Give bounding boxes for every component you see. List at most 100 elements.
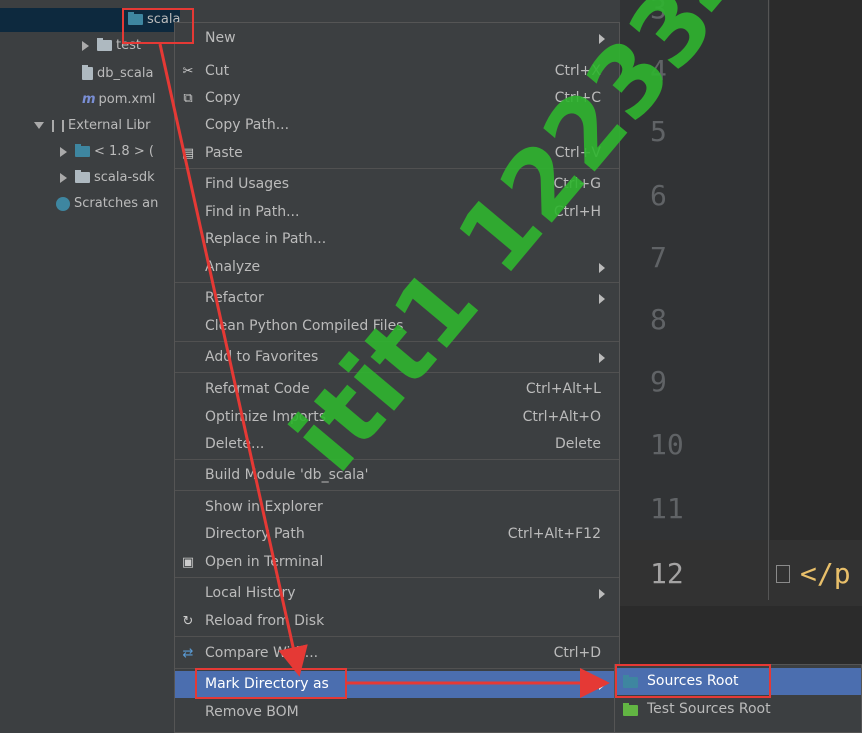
- menu-item-copy-path[interactable]: Copy Path...: [175, 112, 619, 139]
- annotation-box-mark-directory: [195, 668, 347, 699]
- menu-item-shortcut: Ctrl+C: [554, 90, 601, 106]
- menu-item-open-in-terminal[interactable]: ▣ Open in Terminal: [175, 549, 619, 576]
- menu-item-label: Local History: [205, 585, 296, 601]
- menu-item-label: Refactor: [205, 290, 264, 306]
- menu-item-label: New: [205, 30, 236, 46]
- line-number: 6: [650, 179, 667, 212]
- scratches-icon: [56, 196, 70, 211]
- tree-item-label: External Libr: [68, 118, 151, 133]
- line-number: 7: [650, 241, 667, 274]
- folder-icon: [97, 38, 112, 51]
- menu-item-label: Cut: [205, 63, 230, 79]
- menu-item-delete[interactable]: Delete... Delete: [175, 431, 619, 458]
- menu-separator: [175, 577, 619, 578]
- menu-item-label: Copy: [205, 90, 241, 106]
- maven-icon: m: [82, 92, 96, 107]
- tree-item-label: < 1.8 > (: [94, 144, 154, 159]
- menu-item-shortcut: Ctrl+Alt+F12: [507, 526, 601, 542]
- menu-item-analyze[interactable]: Analyze: [175, 254, 619, 281]
- menu-item-label: Delete...: [205, 436, 265, 452]
- line-number-current: 12: [650, 557, 684, 590]
- menu-item-add-to-favorites[interactable]: Add to Favorites: [175, 344, 619, 371]
- menu-item-show-in-explorer[interactable]: Show in Explorer: [175, 494, 619, 521]
- tree-item-pom[interactable]: m pom.xml: [82, 88, 156, 112]
- menu-item-refactor[interactable]: Refactor: [175, 285, 619, 312]
- line-number: 3: [650, 0, 667, 25]
- menu-item-shortcut: Ctrl+Alt+L: [525, 381, 601, 397]
- submenu-item-label: Test Sources Root: [647, 701, 771, 717]
- tree-item-external-libraries[interactable]: External Libr: [34, 114, 151, 138]
- menu-item-label: Optimize Imports: [205, 409, 326, 425]
- menu-item-find-usages[interactable]: Find Usages Ctrl+G: [175, 171, 619, 198]
- tree-item-label: db_scala: [97, 66, 154, 81]
- menu-item-paste[interactable]: ▤ Paste Ctrl+V: [175, 140, 619, 167]
- line-number: 11: [650, 492, 684, 525]
- copy-icon: ⧉: [183, 91, 193, 106]
- menu-separator: [175, 459, 619, 460]
- menu-item-new[interactable]: New: [175, 25, 619, 52]
- collapse-arrow-icon[interactable]: [34, 122, 44, 129]
- menu-item-optimize-imports[interactable]: Optimize Imports Ctrl+Alt+O: [175, 404, 619, 431]
- expand-arrow-icon[interactable]: [60, 172, 67, 183]
- terminal-icon: ▣: [181, 555, 195, 570]
- tree-item-label: Scratches an: [74, 196, 159, 211]
- tree-item-label: scala-sdk: [94, 170, 155, 185]
- menu-item-shortcut: Delete: [555, 436, 601, 452]
- jdk-icon: [75, 144, 90, 157]
- annotation-box-sources-root: [615, 664, 771, 698]
- code-line[interactable]: </p: [800, 557, 851, 590]
- submenu-arrow-icon: [599, 34, 605, 44]
- submenu-item-test-sources-root[interactable]: Test Sources Root: [615, 696, 861, 723]
- tree-item-scala-sdk[interactable]: scala-sdk: [60, 166, 155, 190]
- module-file-icon: [82, 65, 93, 80]
- menu-item-reload-from-disk[interactable]: ↻ Reload from Disk: [175, 608, 619, 635]
- menu-item-label: Reformat Code: [205, 381, 310, 397]
- menu-item-shortcut: Ctrl+H: [553, 204, 601, 220]
- menu-item-clean-python[interactable]: Clean Python Compiled Files: [175, 313, 619, 340]
- menu-item-cut[interactable]: ✂ Cut Ctrl+X: [175, 58, 619, 85]
- menu-item-shortcut: Ctrl+V: [554, 145, 601, 161]
- menu-item-compare-with[interactable]: ⇄ Compare With... Ctrl+D: [175, 640, 619, 667]
- menu-item-directory-path[interactable]: Directory Path Ctrl+Alt+F12: [175, 521, 619, 548]
- menu-separator: [175, 490, 619, 491]
- gutter-divider: [768, 0, 769, 600]
- tree-item-jdk[interactable]: < 1.8 > (: [60, 140, 154, 164]
- menu-separator: [175, 282, 619, 283]
- menu-item-shortcut: Ctrl+X: [554, 63, 601, 79]
- project-tree: scala test db_scala m pom.xml External Li…: [0, 0, 180, 733]
- annotation-box-scala: [122, 8, 194, 44]
- menu-item-label: Clean Python Compiled Files: [205, 318, 404, 334]
- line-number: 10: [650, 428, 684, 461]
- expand-arrow-icon[interactable]: [82, 40, 89, 51]
- menu-item-build-module[interactable]: Build Module 'db_scala': [175, 462, 619, 489]
- menu-item-label: Analyze: [205, 259, 261, 275]
- menu-item-find-in-path[interactable]: Find in Path... Ctrl+H: [175, 199, 619, 226]
- line-number: 5: [650, 115, 667, 148]
- menu-separator: [175, 168, 619, 169]
- test-sources-root-folder-icon: [623, 703, 638, 716]
- menu-item-label: Find Usages: [205, 176, 290, 192]
- menu-item-copy[interactable]: ⧉ Copy Ctrl+C: [175, 85, 619, 112]
- menu-item-replace-in-path[interactable]: Replace in Path...: [175, 226, 619, 253]
- menu-separator: [175, 341, 619, 342]
- submenu-arrow-icon: [599, 680, 605, 690]
- submenu-arrow-icon: [599, 353, 605, 363]
- reload-icon: ↻: [182, 614, 194, 629]
- menu-item-label: Remove BOM: [205, 704, 299, 720]
- clipboard-icon: ▤: [181, 146, 195, 161]
- editor-pane[interactable]: 3 4 5 6 7 8 9 10 11 12 </p: [620, 0, 862, 733]
- tree-item-db-scala[interactable]: db_scala: [82, 62, 153, 86]
- menu-item-remove-bom[interactable]: Remove BOM: [175, 699, 619, 726]
- menu-item-label: Open in Terminal: [205, 554, 324, 570]
- menu-item-reformat-code[interactable]: Reformat Code Ctrl+Alt+L: [175, 376, 619, 403]
- menu-item-label: Find in Path...: [205, 204, 300, 220]
- expand-arrow-icon[interactable]: [60, 146, 67, 157]
- line-number: 4: [650, 54, 667, 87]
- tree-item-scratches[interactable]: Scratches an: [56, 192, 158, 216]
- menu-item-local-history[interactable]: Local History: [175, 580, 619, 607]
- menu-item-label: Copy Path...: [205, 117, 290, 133]
- fold-marker-icon[interactable]: [776, 565, 790, 583]
- line-number: 9: [650, 365, 667, 398]
- menu-item-shortcut: Ctrl+Alt+O: [522, 409, 601, 425]
- menu-separator: [175, 636, 619, 637]
